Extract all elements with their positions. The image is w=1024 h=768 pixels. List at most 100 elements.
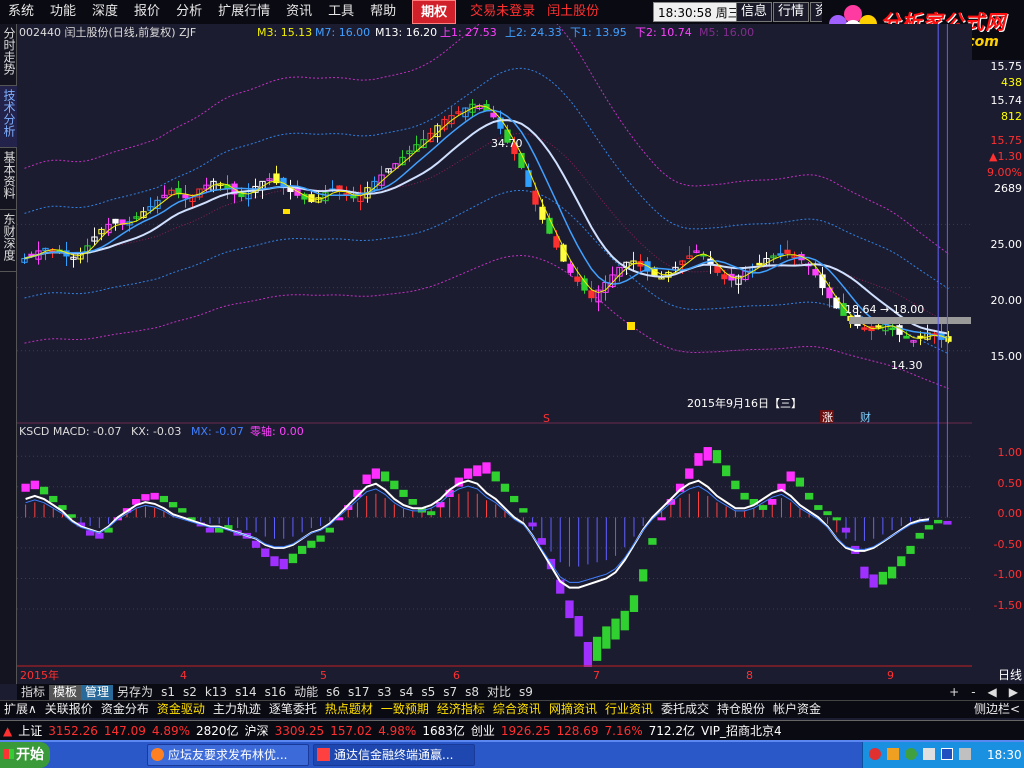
menu-options[interactable]: 期权 [412,0,457,24]
macd-block [463,468,473,479]
sh-change: 147.09 [103,723,146,738]
toolbar-btn-15[interactable]: s7 [439,685,461,700]
menu-system[interactable]: 系统 [0,0,42,24]
toolbar-btn-0[interactable]: 指标 [17,685,49,700]
trade-status[interactable]: 交易未登录 [464,0,541,24]
x-label-year: 2015年 [20,668,59,682]
tray-icon-2[interactable] [887,748,899,760]
toolbar-btn-8[interactable]: s16 [261,685,291,700]
sidebar-toggle[interactable]: 侧边栏< [970,701,1024,718]
menu-function[interactable]: 功能 [42,0,84,24]
cursor-date-label: 2015年9月16日【三】 [687,396,802,410]
toolbar-btn-9[interactable]: 动能 [290,685,322,700]
macd-block [878,571,888,585]
menu-quote[interactable]: 报价 [126,0,168,24]
tray-icon-1[interactable] [869,748,881,760]
toolbar-btn-12[interactable]: s3 [374,685,396,700]
ext-btn-5[interactable]: 逐笔委托 [265,701,321,718]
menu-ext-market[interactable]: 扩展行情 [210,0,278,24]
chart-area[interactable]: 002440 闰土股份(日线,前复权) ZJF M3: 15.13 M7: 16… [17,24,972,684]
start-button[interactable]: 开始 [0,742,50,768]
toolbar-btn-13[interactable]: s4 [395,685,417,700]
toolbar-btn-6[interactable]: k13 [201,685,231,700]
ext-btn-8[interactable]: 经济指标 [433,701,489,718]
hs-amount: 1683亿 [422,724,465,738]
toolbar-btn-5[interactable]: s2 [179,685,201,700]
tab-intraday[interactable]: 分时走势 [0,24,17,86]
mx-value-label: MX: -0.07 [191,425,244,438]
tab-fundamentals[interactable]: 基本资料 [0,148,17,210]
index-status-bar: ▲ 上证 3152.26 147.09 4.89% 2820亿 沪深 3309.… [0,720,1024,740]
candle-body [539,206,546,220]
ext-btn-3[interactable]: 资金驱动 [153,701,209,718]
cy-pct: 7.16% [604,723,643,738]
price-tick-25: 25.00 [990,238,1023,251]
macd-block [786,471,795,482]
macd-block [657,517,666,521]
toolbar-btn-10[interactable]: s6 [322,685,344,700]
task-forum[interactable]: 应坛友要求发布林优... [147,744,309,766]
macd-block [362,474,371,484]
menu-help[interactable]: 帮助 [362,0,404,24]
candle-body [861,327,868,330]
menu-analysis[interactable]: 分析 [168,0,210,24]
sh-label: 上证 [18,724,43,738]
candle-body [784,249,791,254]
toolbar-btn-1[interactable]: 模板 [49,684,82,700]
macd-block [399,489,408,497]
ext-btn-1[interactable]: 关联报价 [41,701,97,718]
zoom-btn-0[interactable]: + [943,685,965,700]
ext-btn-4[interactable]: 主力轨迹 [209,701,265,718]
candle-body [819,274,826,289]
sell-signal-mark: S [543,412,550,425]
tab-technical[interactable]: 技术分析 [0,86,17,148]
ext-btn-13[interactable]: 持仓股份 [713,701,769,718]
tray-icon-4[interactable] [923,748,935,760]
zoom-btn-1[interactable]: - [965,685,981,700]
tab-dongcai-depth[interactable]: 东财深度 [0,210,17,272]
period-label[interactable]: 日线 [972,666,1022,683]
ext-btn-11[interactable]: 行业资讯 [601,701,657,718]
ext-btn-2[interactable]: 资金分布 [97,701,153,718]
toolbar-btn-17[interactable]: 对比 [483,685,515,700]
macd-block [602,626,611,649]
task-tdx-terminal[interactable]: 通达信金融终端通赢... [313,744,475,766]
ext-btn-14[interactable]: 帐户资金 [769,701,825,718]
macd-tick-m15: -1.50 [993,599,1022,612]
volume-icon[interactable] [959,748,971,760]
menu-depth[interactable]: 深度 [84,0,126,24]
macd-block [648,538,657,545]
ext-btn-12[interactable]: 委托成交 [657,701,713,718]
macd-block [583,642,593,667]
candle-body [182,194,189,199]
info-button[interactable]: 信息 [736,2,773,22]
tray-clock: 18:30 [987,748,1022,762]
toolbar-btn-14[interactable]: s5 [417,685,439,700]
toolbar-btn-11[interactable]: s17 [344,685,374,700]
toolbar-btn-16[interactable]: s8 [461,685,483,700]
vip-account[interactable]: VIP_招商北京4 [698,722,785,739]
toolbar-btn-3[interactable]: 另存为 [113,685,157,700]
toolbar-btn-18[interactable]: s9 [515,685,537,700]
menu-tools[interactable]: 工具 [320,0,362,24]
zero-axis-label: 零轴: 0.00 [250,424,304,438]
menu-news[interactable]: 资讯 [278,0,320,24]
toolbar-btn-7[interactable]: s14 [231,685,261,700]
market-button[interactable]: 行情 [773,2,810,22]
ext-btn-7[interactable]: 一致预期 [377,701,433,718]
tray-icon-5[interactable] [941,748,953,760]
ext-btn-6[interactable]: 热点题材 [321,701,377,718]
app-icon [317,748,330,761]
macd-block [694,453,703,466]
macd-block [473,465,482,477]
tray-icon-3[interactable] [905,748,917,760]
toolbar-btn-2[interactable]: 管理 [81,684,114,700]
zoom-btn-3[interactable]: ▶ [1003,685,1024,700]
zoom-btn-2[interactable]: ◀ [982,685,1003,700]
ma5-label: M5: 16.00 [699,26,754,39]
ext-btn-0[interactable]: 扩展∧ [0,701,41,718]
macd-block [592,636,602,661]
ext-btn-10[interactable]: 网摘资讯 [545,701,601,718]
toolbar-btn-4[interactable]: s1 [157,685,179,700]
ext-btn-9[interactable]: 综合资讯 [489,701,545,718]
